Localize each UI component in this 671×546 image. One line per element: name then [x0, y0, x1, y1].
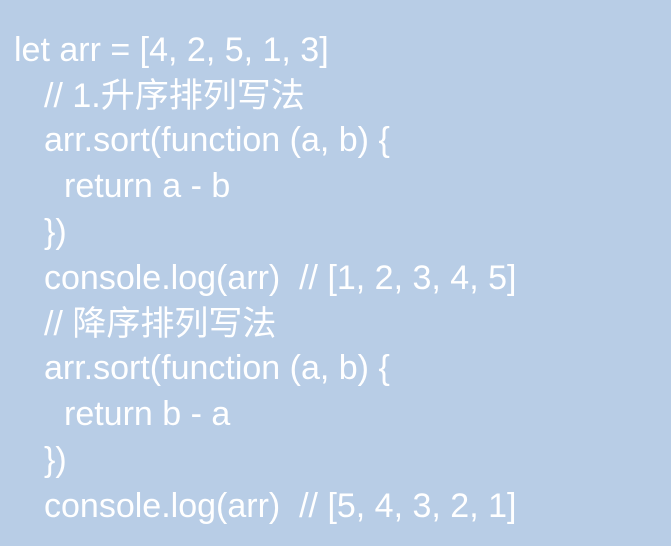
code-line-sort-descending: arr.sort(function (a, b) {	[44, 349, 390, 387]
code-line-comment-descending: // 降序排列写法	[44, 305, 277, 343]
code-line-log-descending: console.log(arr) // [5, 4, 3, 2, 1]	[44, 487, 517, 525]
code-line-log-ascending: console.log(arr) // [1, 2, 3, 4, 5]	[44, 259, 517, 297]
code-line-return-ascending: return a - b	[64, 167, 231, 205]
code-line-return-descending: return b - a	[64, 395, 231, 433]
code-line-declaration: let arr = [4, 2, 5, 1, 3]	[14, 31, 329, 69]
code-line-close-descending: })	[44, 441, 67, 479]
code-line-comment-ascending: // 1.升序排列写法	[44, 77, 305, 115]
code-line-close-ascending: })	[44, 213, 67, 251]
code-line-sort-ascending: arr.sort(function (a, b) {	[44, 121, 390, 159]
code-snippet: let arr = [4, 2, 5, 1, 3] // 1.升序排列写法 ar…	[0, 0, 671, 546]
